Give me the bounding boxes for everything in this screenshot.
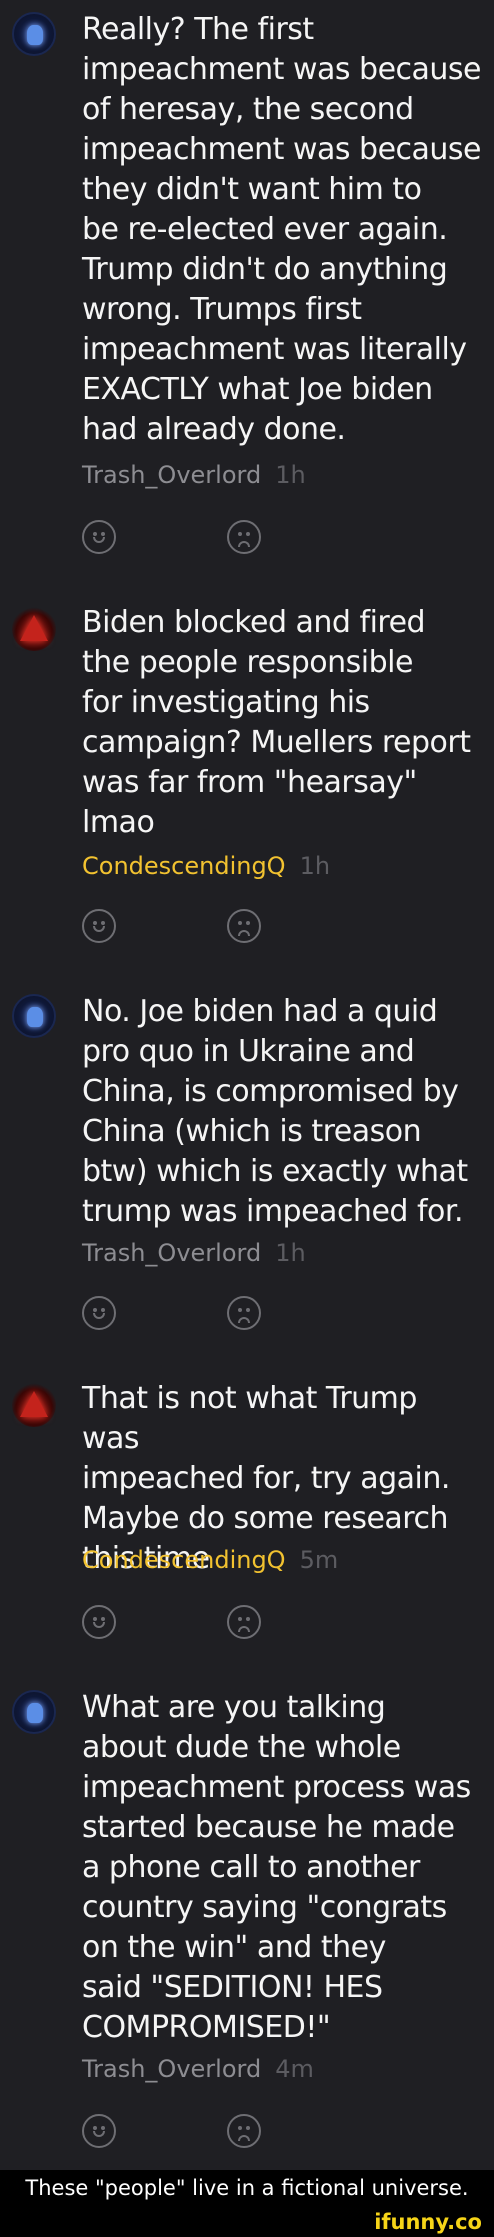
smile-face-icon[interactable] [82,2114,116,2148]
smile-face-icon[interactable] [82,1296,116,1330]
username[interactable]: CondescendingQ [82,852,286,880]
comment-text: Biden blocked and fired the people respo… [82,605,471,840]
smile-face-icon[interactable] [82,1605,116,1639]
frown-face-icon[interactable] [227,1296,261,1330]
comment-meta: Trash_Overlord 1h [82,460,306,490]
smile-face-icon[interactable] [82,520,116,554]
username[interactable]: CondescendingQ [82,1546,286,1574]
comment-text: What are you talking about dude the whol… [82,1690,471,2045]
ifunny-watermark: ifunny.co [374,2210,482,2234]
comment-meta: Trash_Overlord 4m [82,2054,314,2084]
timestamp: 1h [299,852,331,880]
timestamp: 5m [299,1546,339,1574]
smile-face-icon[interactable] [82,909,116,943]
frown-face-icon[interactable] [227,2114,261,2148]
timestamp: 1h [275,461,306,489]
caption-bar: These "people" live in a fictional unive… [0,2170,494,2237]
comment-thread: Really? The first impeachment was becaus… [0,0,494,2170]
user-avatar[interactable] [12,1383,56,1427]
timestamp: 4m [275,2055,314,2083]
comment-text: Really? The first impeachment was becaus… [82,12,482,447]
username[interactable]: Trash_Overlord [82,1239,261,1267]
username[interactable]: Trash_Overlord [82,2055,261,2083]
frown-face-icon[interactable] [227,520,261,554]
username[interactable]: Trash_Overlord [82,461,261,489]
caption-text: These "people" live in a fictional unive… [25,2176,469,2200]
user-avatar[interactable] [12,607,56,651]
user-avatar[interactable] [12,1690,56,1734]
timestamp: 1h [275,1239,306,1267]
comment-meta: Trash_Overlord 1h [82,1238,306,1268]
frown-face-icon[interactable] [227,909,261,943]
comment-meta: CondescendingQ 5m [82,1545,338,1575]
comment-meta: CondescendingQ 1h [82,851,330,881]
comment-text: No. Joe biden had a quid pro quo in Ukra… [82,994,468,1229]
frown-face-icon[interactable] [227,1605,261,1639]
user-avatar[interactable] [12,12,56,56]
user-avatar[interactable] [12,994,56,1038]
